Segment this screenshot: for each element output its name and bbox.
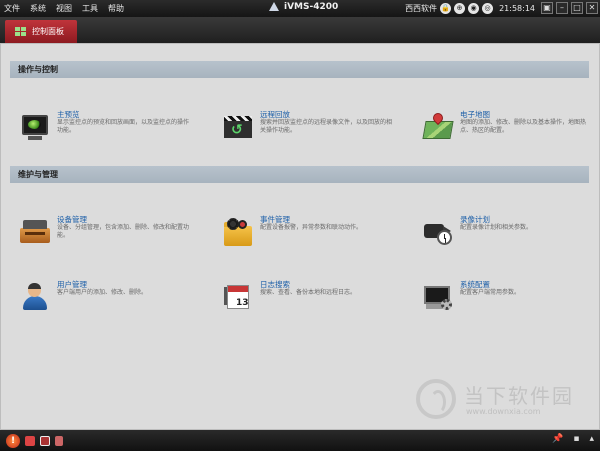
item-desc: 设备、分组管理，包含添加、删除、修改和配置功能。 (57, 224, 190, 239)
menu-bar: 文件 系统 视图 工具 帮助 (4, 3, 124, 14)
menu-system[interactable]: 系统 (30, 3, 46, 14)
user-icon (20, 283, 50, 311)
log-icon: 13 (223, 283, 253, 311)
watermark-text: 当下软件园 (464, 384, 574, 408)
item-desc: 搜索并回放监控点的远程录像文件，以及回放的相关操作功能。 (260, 119, 393, 134)
device-icon (20, 218, 50, 246)
network-icon[interactable]: ⊕ (454, 2, 466, 14)
status-bar-right: 📌 ▪ ▴ (552, 434, 594, 444)
tab-strip: 控制面板 (0, 17, 600, 43)
app-title-text: iVMS-4200 (284, 2, 339, 12)
section-header-maintenance: 维护与管理 (10, 166, 589, 183)
menu-view[interactable]: 视图 (56, 3, 72, 14)
memory-icon[interactable]: ◎ (482, 2, 494, 14)
minimize-button[interactable]: – (556, 2, 568, 14)
pin-icon[interactable]: 📌 (552, 434, 563, 444)
control-panel-content: 操作与控制 主预览 显示监控点的预览和回放画面，以及监控点的操作功能。 远程回放… (0, 43, 600, 430)
item-remote-playback[interactable]: 远程回放 搜索并回放监控点的远程录像文件，以及回放的相关操作功能。 (223, 109, 398, 149)
watermark-logo-icon (416, 379, 456, 419)
app-title: iVMS-4200 (268, 2, 338, 12)
watermark: 当下软件园 www.downxia.com (416, 379, 600, 429)
record-schedule-icon (423, 218, 453, 246)
tab-control-panel-label: 控制面板 (32, 27, 64, 36)
alarm-output-icon[interactable] (40, 436, 50, 446)
item-desc: 配置设备报警，异常参数和联动动作。 (260, 224, 363, 231)
event-icon (223, 218, 253, 246)
item-desc: 地图的添加、修改、删除以及基本操作，地图热点、热区的配置。 (460, 119, 587, 134)
status-bar: ! 📌 ▪ ▴ (0, 430, 600, 451)
monitor-icon (20, 113, 50, 141)
item-record-schedule[interactable]: 录像计划 配置录像计划和相关参数。 (423, 214, 598, 254)
sound-icon[interactable] (55, 436, 63, 446)
grid-icon (15, 27, 26, 36)
lock-icon[interactable]: 🔒 (440, 2, 452, 14)
menu-tools[interactable]: 工具 (82, 3, 98, 14)
playback-icon (223, 113, 253, 141)
item-event-management[interactable]: 事件管理 配置设备报警，异常参数和联动动作。 (223, 214, 398, 254)
item-log-search[interactable]: 13 日志搜索 搜索、查看、备份本地和远程日志。 (223, 279, 398, 319)
item-desc: 搜索、查看、备份本地和远程日志。 (260, 289, 357, 296)
watermark-url: www.downxia.com (466, 407, 541, 416)
maximize-button[interactable]: □ (571, 2, 583, 14)
system-config-icon (423, 283, 453, 311)
item-main-preview[interactable]: 主预览 显示监控点的预览和回放画面，以及监控点的操作功能。 (20, 109, 195, 149)
item-e-map[interactable]: 电子地图 地图的添加、修改、删除以及基本操作，地图热点、热区的配置。 (422, 109, 598, 149)
title-bar: 文件 系统 视图 工具 帮助 iVMS-4200 西西软件 🔒 ⊕ ◉ ◎ 21… (0, 0, 600, 17)
map-icon (422, 110, 454, 141)
status-bar-left: ! (6, 434, 63, 448)
clock-time: 21:58:14 (499, 3, 535, 13)
window-mode-icon[interactable]: ▪ (573, 434, 579, 444)
item-desc: 配置录像计划和相关参数。 (460, 224, 533, 231)
item-desc: 配置客户端常用参数。 (460, 289, 521, 296)
alarm-icon[interactable]: ! (6, 434, 20, 448)
menu-help[interactable]: 帮助 (108, 3, 124, 14)
alarm-record-icon[interactable] (25, 436, 35, 446)
item-device-management[interactable]: 设备管理 设备、分组管理，包含添加、删除、修改和配置功能。 (20, 214, 195, 254)
menu-file[interactable]: 文件 (4, 3, 20, 14)
current-user[interactable]: 西西软件 (405, 3, 437, 14)
item-desc: 显示监控点的预览和回放画面，以及监控点的操作功能。 (57, 119, 190, 134)
item-user-management[interactable]: 用户管理 客户端用户的添加、修改、删除。 (20, 279, 195, 319)
expand-icon[interactable]: ▴ (589, 434, 594, 444)
section-header-operation: 操作与控制 (10, 61, 589, 78)
close-button[interactable]: ✕ (586, 2, 598, 14)
calendar-number: 13 (236, 298, 249, 308)
item-desc: 客户端用户的添加、修改、删除。 (57, 289, 148, 296)
restore-button[interactable]: ▣ (541, 2, 553, 14)
app-logo-icon (268, 2, 280, 12)
topbar-right: 西西软件 🔒 ⊕ ◉ ◎ 21:58:14 ▣ – □ ✕ (405, 2, 598, 14)
cpu-icon[interactable]: ◉ (468, 2, 480, 14)
item-system-config[interactable]: 系统配置 配置客户端常用参数。 (423, 279, 598, 319)
tab-control-panel[interactable]: 控制面板 (5, 20, 77, 43)
